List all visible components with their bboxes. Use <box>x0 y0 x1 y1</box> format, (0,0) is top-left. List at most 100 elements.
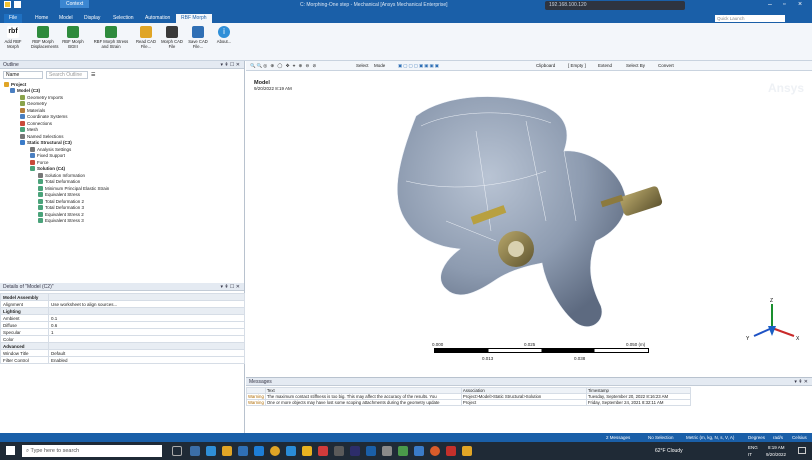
app-icon[interactable] <box>462 446 472 456</box>
store-icon[interactable] <box>238 446 248 456</box>
status-temp[interactable]: Celsius <box>792 435 807 440</box>
details-value[interactable]: Default <box>48 349 245 357</box>
tab-automation[interactable]: Automation <box>140 14 175 23</box>
filter-icon[interactable]: ☰ <box>91 72 95 78</box>
details-row[interactable]: Alignment Use worksheet to align sources.… <box>0 300 245 308</box>
maximize-icon[interactable]: ▫ <box>783 1 785 8</box>
status-rad[interactable]: rad/s <box>773 435 783 440</box>
details-row[interactable]: Ambient 0.1 <box>0 314 245 322</box>
taskbar-search[interactable]: ⌕ Type here to search <box>22 445 162 457</box>
convert-button[interactable]: Convert <box>658 63 674 68</box>
details-value[interactable]: 1 <box>48 328 245 336</box>
tab-selection[interactable]: Selection <box>108 14 139 23</box>
details-row[interactable]: Color <box>0 335 245 343</box>
status-angle[interactable]: Degrees <box>748 435 765 440</box>
graphics-viewport[interactable]: Model 9/20/2022 8:19 AM Ansys 0.000 0.02… <box>246 71 812 377</box>
app-icon[interactable] <box>430 446 440 456</box>
select-button[interactable]: Select <box>356 63 369 68</box>
mail-icon[interactable] <box>254 446 264 456</box>
details-group-row[interactable]: Lighting <box>0 307 245 315</box>
mode-dropdown[interactable]: Mode <box>374 63 385 68</box>
weather-widget[interactable]: 62°F Cloudy <box>655 448 683 454</box>
app-icon[interactable] <box>286 446 296 456</box>
outline-tree-item[interactable]: Fixed Support <box>30 153 65 159</box>
quick-launch-input[interactable]: Quick Launch <box>715 15 785 22</box>
clipboard-button[interactable]: Clipboard <box>536 63 555 68</box>
ansys-icon[interactable] <box>302 446 312 456</box>
outline-tree-item[interactable]: Materials <box>20 107 45 113</box>
taskbar-search-input[interactable]: Type here to search <box>31 448 80 454</box>
outline-tree-item[interactable]: Equivalent Stress <box>38 192 80 198</box>
app-icon[interactable] <box>318 446 328 456</box>
app-icon[interactable] <box>366 446 376 456</box>
axis-triad[interactable]: Z X Y <box>742 296 802 356</box>
extend-button[interactable]: Extend <box>598 63 612 68</box>
outline-tree-item[interactable]: Project <box>4 81 26 87</box>
app-icon[interactable] <box>382 446 392 456</box>
outline-tree-item[interactable]: Solution (C4) <box>30 166 65 172</box>
details-value[interactable]: Enabled <box>48 356 245 364</box>
message-row[interactable]: Warning The maximum contact stiffness is… <box>246 393 692 400</box>
select-by-button[interactable]: Select By <box>626 63 645 68</box>
selection-filter-icon[interactable]: ▣▢▢▢▣▣▣▣ <box>398 63 440 69</box>
minimize-icon[interactable]: – <box>768 1 772 8</box>
task-view-icon[interactable] <box>172 446 182 456</box>
pin-icon[interactable]: ▾ ⇞ ☐ ✕ <box>220 62 240 68</box>
outline-tree-item[interactable]: Equivalent Stress 3 <box>38 218 84 224</box>
clock-time[interactable]: 8:19 AM <box>768 445 785 450</box>
taskbar-app-icon[interactable] <box>190 446 200 456</box>
status-units[interactable]: Metric (m, kg, N, s, V, A) <box>686 435 734 440</box>
details-value[interactable]: 0.1 <box>48 314 245 322</box>
outline-tree-item[interactable]: Analysis Settings <box>30 146 71 152</box>
chrome-icon[interactable] <box>270 446 280 456</box>
pin-icon[interactable]: ▾ ⇞ ✕ <box>794 379 808 385</box>
details-row[interactable]: Window Title Default <box>0 349 245 357</box>
read-cad-file-button[interactable]: Read CAD File... <box>134 26 158 56</box>
save-cad-file-button[interactable]: Save CAD File... <box>186 26 210 56</box>
app-icon[interactable] <box>350 446 360 456</box>
outline-tree-item[interactable]: Mesh <box>20 127 38 133</box>
tab-model[interactable]: Model <box>54 14 78 23</box>
rbf-morph-displacements-button[interactable]: RBF Morph Displacements <box>31 26 58 56</box>
language-indicator-2[interactable]: IT <box>748 452 752 457</box>
name-dropdown[interactable]: Name <box>3 71 43 79</box>
details-value[interactable]: 0.6 <box>48 321 245 329</box>
app-icon[interactable] <box>398 446 408 456</box>
outline-tree-item[interactable]: Total Deformation <box>38 179 80 185</box>
outline-tree-item[interactable]: Model (C3) <box>10 88 40 94</box>
details-value[interactable] <box>48 335 245 343</box>
tab-home[interactable]: Home <box>30 14 53 23</box>
details-row[interactable]: Diffuse 0.6 <box>0 321 245 329</box>
outline-tree-item[interactable]: Total Deformation 2 <box>38 198 84 204</box>
outline-tree-item[interactable]: Solution Information <box>38 172 85 178</box>
zoom-tools-icon[interactable]: 🔍🔍◎ ⊕ ◯ ✥ ⌖ ⊕ ⊖ ⊘ <box>250 63 317 69</box>
outline-tree-item[interactable]: Geometry Imports <box>20 94 63 100</box>
app-icon[interactable] <box>334 446 344 456</box>
details-row[interactable]: Specular 1 <box>0 328 245 336</box>
save-icon[interactable] <box>14 1 21 8</box>
details-group-row[interactable]: Advanced <box>0 342 245 350</box>
language-indicator[interactable]: ENG <box>748 445 758 450</box>
outline-tree-item[interactable]: Force <box>30 159 49 165</box>
morph-cad-file-button[interactable]: Morph CAD File <box>160 26 184 56</box>
add-rbf-morph-button[interactable]: rbf Add RBF Morph <box>1 26 25 56</box>
app-logo-icon[interactable] <box>4 1 11 8</box>
outline-tree-item[interactable]: Named Selections <box>20 133 64 139</box>
pin-icon[interactable]: ▾ ⇞ ☐ ✕ <box>220 284 240 290</box>
outline-tree-item[interactable]: Equivalent Stress 2 <box>38 211 84 217</box>
vertebra-model[interactable] <box>246 71 812 377</box>
app-icon[interactable] <box>414 446 424 456</box>
status-messages[interactable]: 2 Messages <box>606 435 630 440</box>
outline-tree-item[interactable]: Total Deformation 3 <box>38 205 84 211</box>
outline-tree-item[interactable]: Connections <box>20 120 52 126</box>
remote-session-bar[interactable]: 192.168.100.120 <box>545 1 685 10</box>
outline-tree-item[interactable]: Coordinate Systems <box>20 114 68 120</box>
clock-date[interactable]: 9/20/2022 <box>766 452 786 457</box>
close-icon[interactable]: × <box>798 1 802 8</box>
details-value[interactable]: Use worksheet to align sources... <box>48 300 245 308</box>
rbf-morph-stress-strain-button[interactable]: RBF Morph Stress and Strain <box>91 26 131 56</box>
tab-rbf-morph[interactable]: RBF Morph <box>176 14 212 23</box>
outline-search-input[interactable]: Search Outline <box>46 71 88 79</box>
outline-tree-item[interactable]: Static Structural (C3) <box>20 140 72 146</box>
tab-file[interactable]: File <box>4 14 23 23</box>
